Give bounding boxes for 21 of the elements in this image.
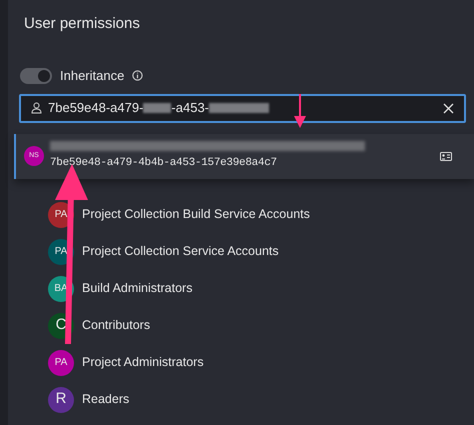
group-name[interactable]: Project Collection Build Service Accounts: [82, 205, 310, 224]
group-name[interactable]: Build Administrators: [82, 279, 192, 298]
group-name[interactable]: Contributors: [82, 316, 150, 335]
group-avatar: R: [48, 386, 74, 412]
close-icon[interactable]: [443, 102, 454, 114]
group-name[interactable]: Project Administrators: [82, 353, 204, 372]
identity-id: 7be59e48-a479-4b4b-a453-157e39e8a4c7: [50, 156, 278, 171]
group-avatar: PA: [48, 350, 74, 376]
info-icon[interactable]: [132, 70, 144, 82]
search-text: -a453-: [171, 99, 209, 118]
group-name[interactable]: Project Collection Service Accounts: [82, 242, 279, 261]
panel-title: User permissions: [24, 15, 140, 32]
redacted-block: [143, 103, 172, 113]
inheritance-toggle[interactable]: [20, 68, 52, 84]
contact-card-icon[interactable]: [440, 152, 452, 160]
search-text: 7be59e48-a479-: [48, 99, 144, 118]
search-field[interactable]: 7be59e48-a479- -a453-: [19, 94, 466, 122]
inheritance-label: Inheritance: [60, 67, 124, 85]
group-name[interactable]: Readers: [82, 390, 130, 409]
redacted-block: [209, 103, 269, 113]
person-icon: [31, 102, 42, 114]
